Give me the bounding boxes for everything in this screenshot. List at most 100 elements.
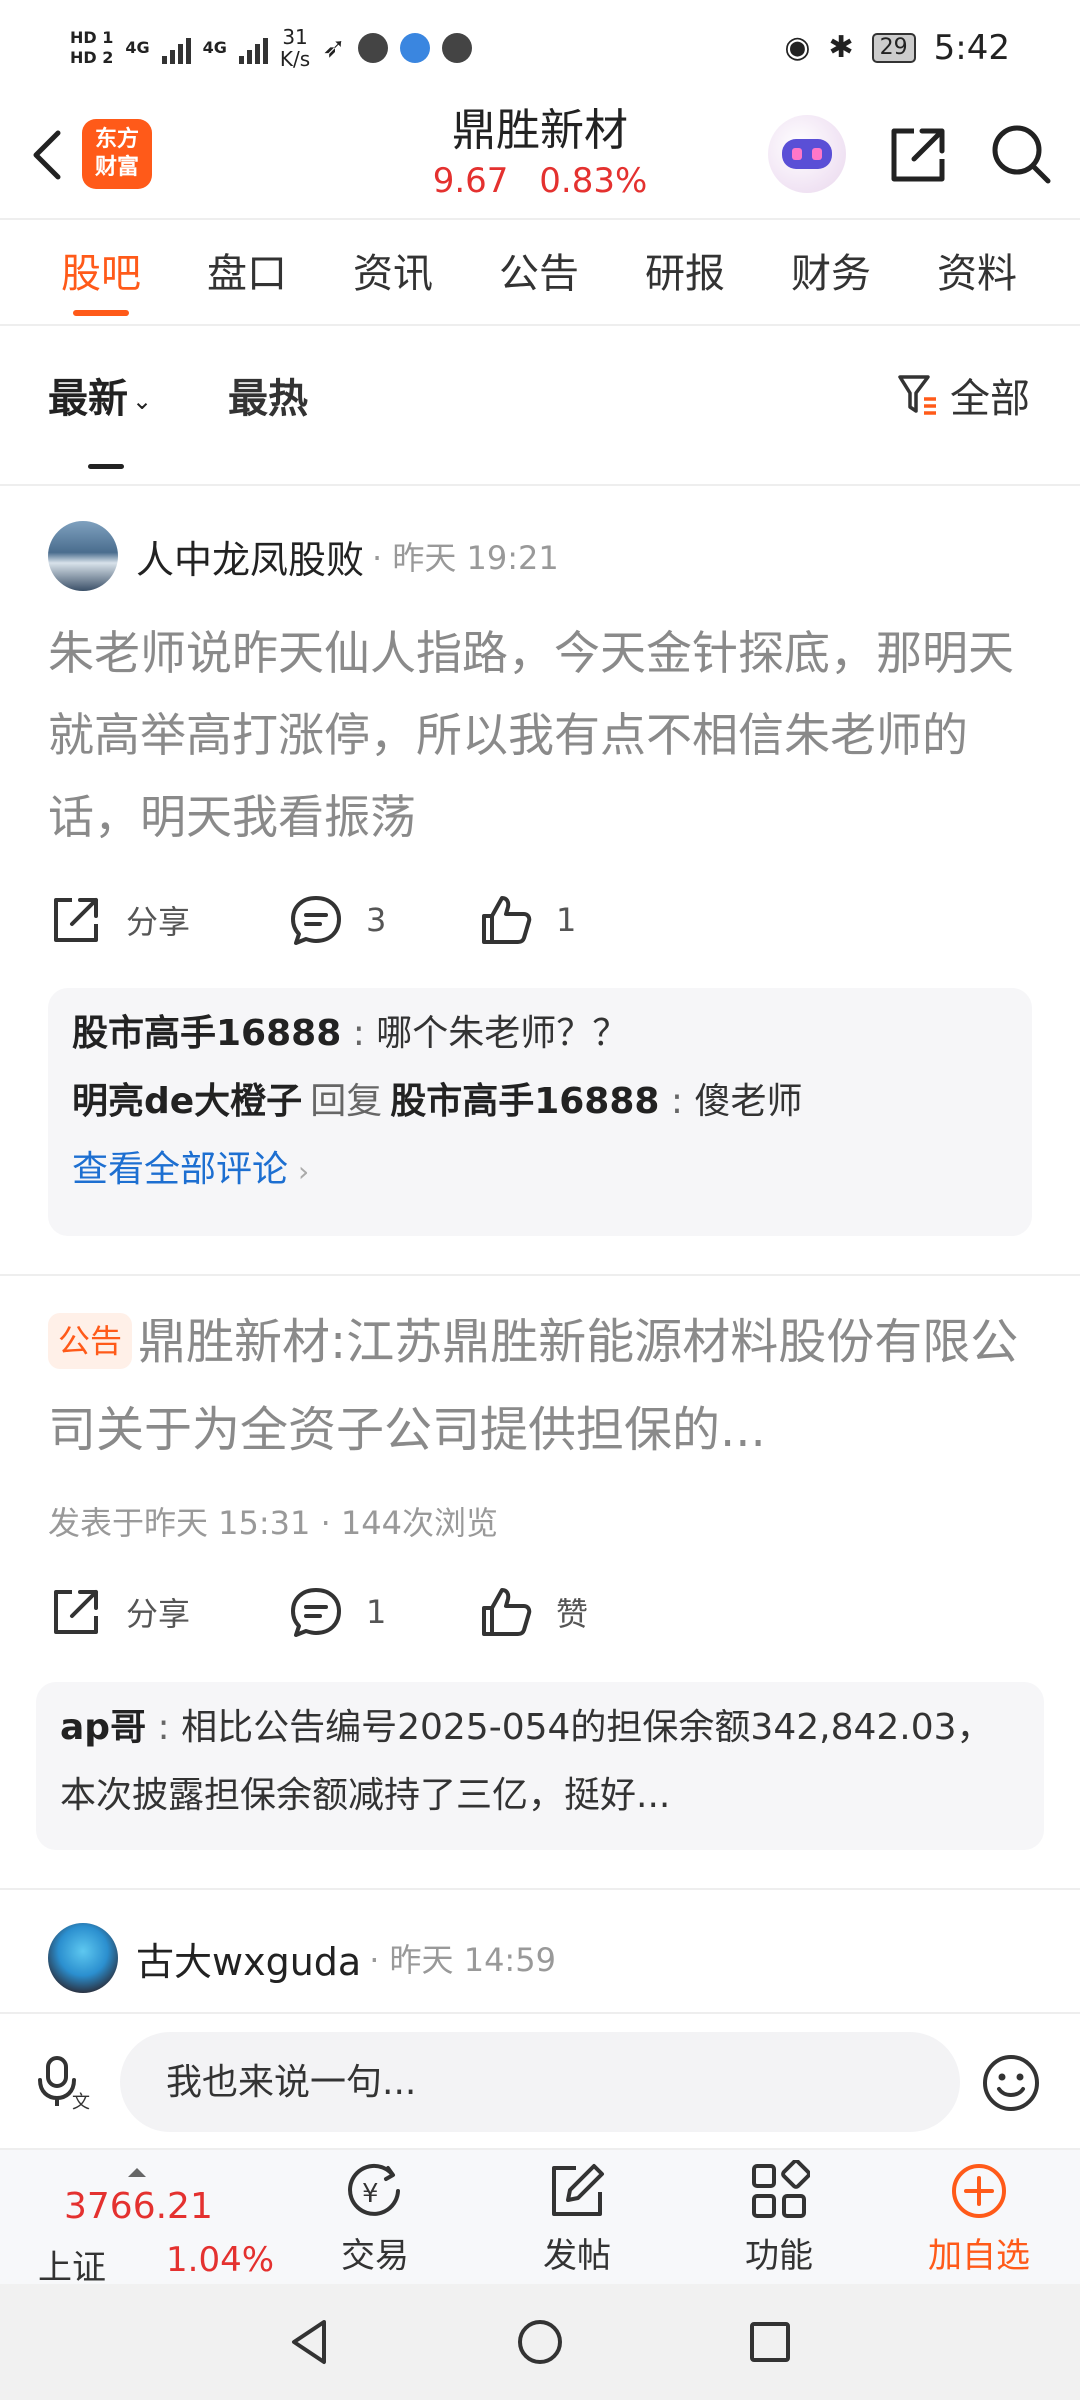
- header: 东方 财富 鼎胜新材 9.67 0.83%: [0, 95, 1080, 220]
- comment-line: 股市高手16888 : 哪个朱老师？？: [72, 1013, 629, 1054]
- tab-bar: 股吧 盘口 资讯 公告 研报 财务 资料: [0, 222, 1080, 326]
- post-item[interactable]: 人中龙凤股败 · 昨天 19:21 朱老师说昨天仙人指路，今天金针探底，那明天就…: [0, 488, 1080, 1274]
- net-speed-unit: K/s: [279, 46, 311, 71]
- stock-price: 9.67: [432, 161, 509, 201]
- comment-preview[interactable]: ap哥 : 相比公告编号2025-054的担保余额342,842.03，本次披露…: [36, 1682, 1044, 1850]
- system-back-icon[interactable]: [284, 2316, 336, 2368]
- post-body[interactable]: 朱老师说昨天仙人指路，今天金针探底，那明天就高举高打涨停，所以我有点不相信朱老师…: [48, 612, 1038, 858]
- comment-user[interactable]: 股市高手16888: [72, 1013, 341, 1054]
- emoji-icon[interactable]: [980, 2052, 1042, 2114]
- comment-user[interactable]: 明亮de大橙子: [72, 1081, 302, 1122]
- plus-circle-icon: [952, 2164, 1006, 2218]
- post-meta: 发表于昨天 15:31 · 144次浏览: [48, 1504, 498, 1542]
- tab-announcements[interactable]: 公告: [466, 222, 612, 324]
- svg-text:文: 文: [72, 2092, 90, 2112]
- tab-guba[interactable]: 股吧: [28, 222, 174, 324]
- filter-label: 全部: [950, 376, 1030, 422]
- author-name[interactable]: 人中龙凤股败: [136, 529, 364, 584]
- avatar[interactable]: [48, 521, 118, 591]
- sort-bar: 最新 ⌄ 最热 全部: [0, 328, 1080, 486]
- stock-name: 鼎胜新材: [452, 105, 628, 156]
- nav-post-label: 发帖: [543, 2236, 611, 2276]
- comment-input[interactable]: [120, 2032, 960, 2132]
- bottom-nav: 3766.21 上证 1.04% ¥ 交易 发帖 功能 加自选: [0, 2148, 1080, 2288]
- share-label: 分享: [126, 1595, 191, 1633]
- announcement-badge: 公告: [48, 1313, 133, 1369]
- announcement-title-text: 鼎胜新材:江苏鼎胜新能源材料股份有限公司关于为全资子公司提供担保的...: [48, 1314, 1019, 1458]
- avatar[interactable]: [48, 1923, 118, 1993]
- tab-profile[interactable]: 资料: [904, 222, 1050, 324]
- announcement-post[interactable]: 公告 鼎胜新材:江苏鼎胜新能源材料股份有限公司关于为全资子公司提供担保的... 发…: [0, 1276, 1080, 1888]
- wechat-icon: [441, 32, 472, 63]
- comment-count: 1: [366, 1593, 387, 1631]
- comment-action[interactable]: 1: [288, 1584, 478, 1640]
- tab-news[interactable]: 资讯: [320, 222, 466, 324]
- tab-research[interactable]: 研报: [612, 222, 758, 324]
- nav-post[interactable]: 发帖: [512, 2156, 642, 2282]
- post-item[interactable]: 古大wxguda · 昨天 14:59: [0, 1890, 1080, 2010]
- action-row: 分享 1 赞: [48, 1582, 588, 1642]
- signal-icon-2: [238, 32, 268, 64]
- nav-trade[interactable]: ¥ 交易: [310, 2156, 440, 2282]
- comment-text: 傻老师: [694, 1081, 803, 1122]
- index-ticker[interactable]: 3766.21 上证 1.04%: [38, 2168, 278, 2288]
- message-icon: [357, 32, 388, 63]
- share-action[interactable]: 分享: [48, 1584, 288, 1640]
- comment-line: 明亮de大橙子 回复 股市高手16888 : 傻老师: [72, 1081, 803, 1122]
- battery-icon: 29: [871, 32, 916, 63]
- eye-icon: ◉: [784, 30, 811, 65]
- comment-user[interactable]: ap哥: [60, 1707, 146, 1748]
- ai-assistant-icon[interactable]: [768, 115, 846, 193]
- system-recents-icon[interactable]: [744, 2316, 796, 2368]
- nav-functions-label: 功能: [745, 2236, 813, 2276]
- signal-icon: [161, 32, 191, 64]
- like-count: 1: [556, 901, 577, 939]
- reply-target-user[interactable]: 股市高手16888: [390, 1081, 659, 1122]
- search-icon[interactable]: [988, 121, 1054, 187]
- author-name[interactable]: 古大wxguda: [136, 1931, 361, 1986]
- comment-text: 相比公告编号2025-054的担保余额342,842.03，本次披露担保余额减持…: [60, 1707, 993, 1816]
- nav-add-watchlist[interactable]: 加自选: [914, 2156, 1044, 2282]
- voice-input-icon[interactable]: 文: [32, 2052, 92, 2112]
- action-row: 分享 3 1: [48, 890, 576, 950]
- trade-icon: ¥: [348, 2163, 400, 2216]
- sort-hot[interactable]: 最热: [228, 366, 308, 424]
- comment-action[interactable]: 3: [288, 892, 478, 948]
- like-action[interactable]: 1: [478, 892, 576, 948]
- author-row: 古大wxguda · 昨天 14:59: [48, 1922, 556, 1994]
- apps-grid-icon: [752, 2160, 810, 2218]
- comment-icon: [291, 1588, 341, 1637]
- net-speed: 31 K/s: [280, 26, 310, 70]
- share-action[interactable]: 分享: [48, 892, 288, 948]
- nav-trade-label: 交易: [341, 2236, 409, 2276]
- chevron-right-icon: ›: [298, 1155, 310, 1188]
- like-action[interactable]: 赞: [478, 1584, 588, 1640]
- stock-change-pct: 0.83%: [539, 161, 648, 201]
- compose-icon: [552, 2164, 604, 2216]
- nav-functions[interactable]: 功能: [714, 2156, 844, 2282]
- view-all-comments-link[interactable]: 查看全部评论 ›: [72, 1136, 1008, 1206]
- hd1-label: HD 1: [70, 27, 114, 47]
- comment-line: ap哥 : 相比公告编号2025-054的担保余额342,842.03，本次披露…: [60, 1707, 993, 1816]
- share-icon[interactable]: [886, 123, 950, 187]
- system-home-icon[interactable]: [514, 2316, 566, 2368]
- stock-title-block: 鼎胜新材 9.67 0.83%: [340, 103, 740, 203]
- index-change-pct: 1.04%: [166, 2240, 275, 2280]
- index-value: 3766.21: [64, 2186, 213, 2227]
- back-arrow-icon[interactable]: [22, 125, 72, 185]
- announcement-title[interactable]: 公告 鼎胜新材:江苏鼎胜新能源材料股份有限公司关于为全资子公司提供担保的...: [48, 1298, 1038, 1474]
- index-name: 上证: [38, 2248, 106, 2288]
- status-bar: HD 1 HD 2 4G 4G 31 K/s ➶ ◉ ✱ 29 5:42: [0, 0, 1080, 95]
- view-all-label: 查看全部评论: [72, 1149, 289, 1190]
- filter-button[interactable]: 全部: [896, 366, 1030, 424]
- sort-latest-dropdown[interactable]: 最新 ⌄: [48, 366, 152, 469]
- comment-preview[interactable]: 股市高手16888 : 哪个朱老师？？ 明亮de大橙子 回复 股市高手16888 :…: [48, 988, 1032, 1236]
- comment-count: 3: [366, 901, 387, 939]
- net-speed-value: 31: [282, 24, 308, 49]
- caret-up-icon: [128, 2168, 146, 2177]
- tab-pankou[interactable]: 盘口: [174, 222, 320, 324]
- eastmoney-logo[interactable]: 东方 财富: [82, 119, 152, 189]
- tab-finance[interactable]: 财务: [758, 222, 904, 324]
- thumbs-up-icon: [482, 896, 532, 944]
- comment-icon: [291, 896, 341, 945]
